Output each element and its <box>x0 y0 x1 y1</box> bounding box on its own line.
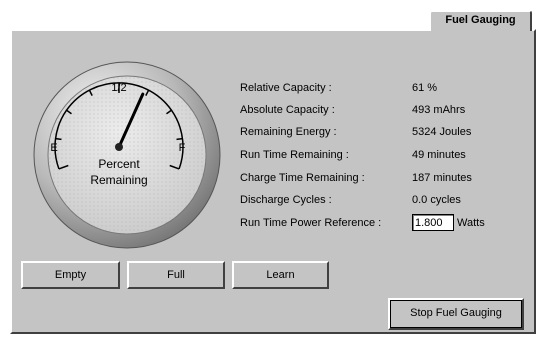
relative-capacity-value: 61 % <box>412 82 438 94</box>
learn-button[interactable]: Learn <box>232 261 329 289</box>
power-reference-input[interactable] <box>412 214 454 231</box>
empty-button[interactable]: Empty <box>21 261 120 289</box>
charge-time-remaining-label: Charge Time Remaining : <box>240 172 365 184</box>
power-reference-label: Run Time Power Reference : <box>240 217 382 229</box>
absolute-capacity-label: Absolute Capacity : <box>240 104 335 116</box>
absolute-capacity-value: 493 mAhrs <box>412 104 466 116</box>
power-reference-unit: Watts <box>457 217 485 229</box>
remaining-energy-value: 5324 Joules <box>412 126 472 138</box>
fuel-gauge: 1/2 E F Percent Remaining <box>33 61 221 249</box>
gauge-hub <box>115 143 123 151</box>
run-time-remaining-label: Run Time Remaining : <box>240 149 349 161</box>
tab-fuel-gauging[interactable]: Fuel Gauging <box>429 10 532 31</box>
gauge-remaining-label: Remaining <box>90 173 147 187</box>
gauge-tick <box>176 137 183 141</box>
run-time-remaining-value: 49 minutes <box>412 149 466 161</box>
full-button[interactable]: Full <box>127 261 225 289</box>
gauge-half-label: 1/2 <box>111 82 126 94</box>
remaining-energy-label: Remaining Energy : <box>240 126 337 138</box>
gauge-percent-label: Percent <box>98 157 140 171</box>
gauge-full-label: F <box>179 142 186 154</box>
charge-time-remaining-value: 187 minutes <box>412 172 472 184</box>
discharge-cycles-value: 0.0 cycles <box>412 194 461 206</box>
stop-fuel-gauging-button[interactable]: Stop Fuel Gauging <box>388 298 524 330</box>
discharge-cycles-label: Discharge Cycles : <box>240 194 332 206</box>
relative-capacity-label: Relative Capacity : <box>240 82 332 94</box>
gauge-empty-label: E <box>50 142 57 154</box>
gauge-tick <box>55 137 62 141</box>
